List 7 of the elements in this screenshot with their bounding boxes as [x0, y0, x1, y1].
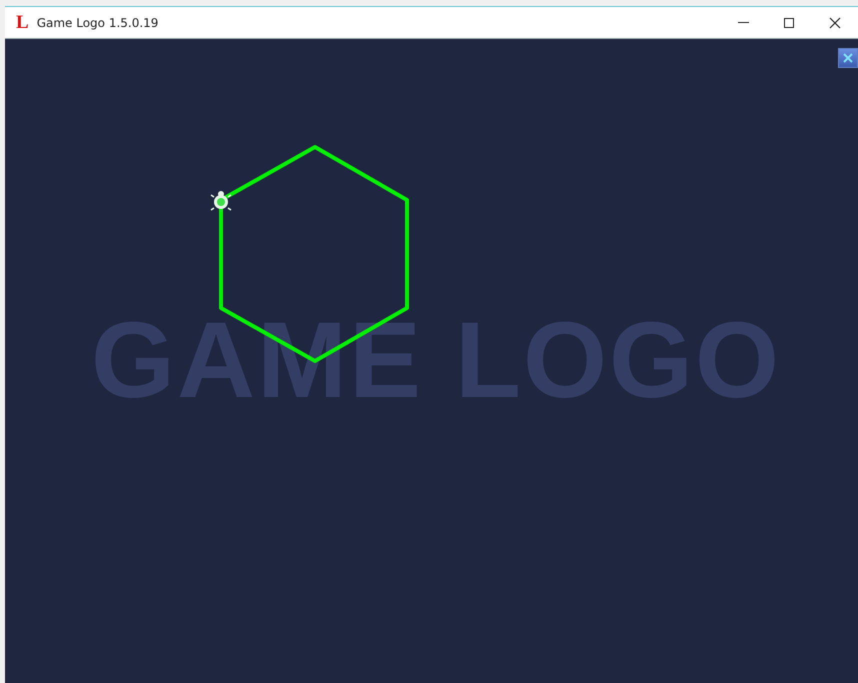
maximize-icon [783, 16, 795, 28]
turtle-icon [210, 191, 232, 211]
window-title: Game Logo 1.5.0.19 [36, 16, 158, 30]
app-logo: L [16, 13, 29, 32]
minimize-icon [738, 22, 748, 23]
close-icon [841, 51, 855, 65]
close-icon [829, 16, 841, 28]
